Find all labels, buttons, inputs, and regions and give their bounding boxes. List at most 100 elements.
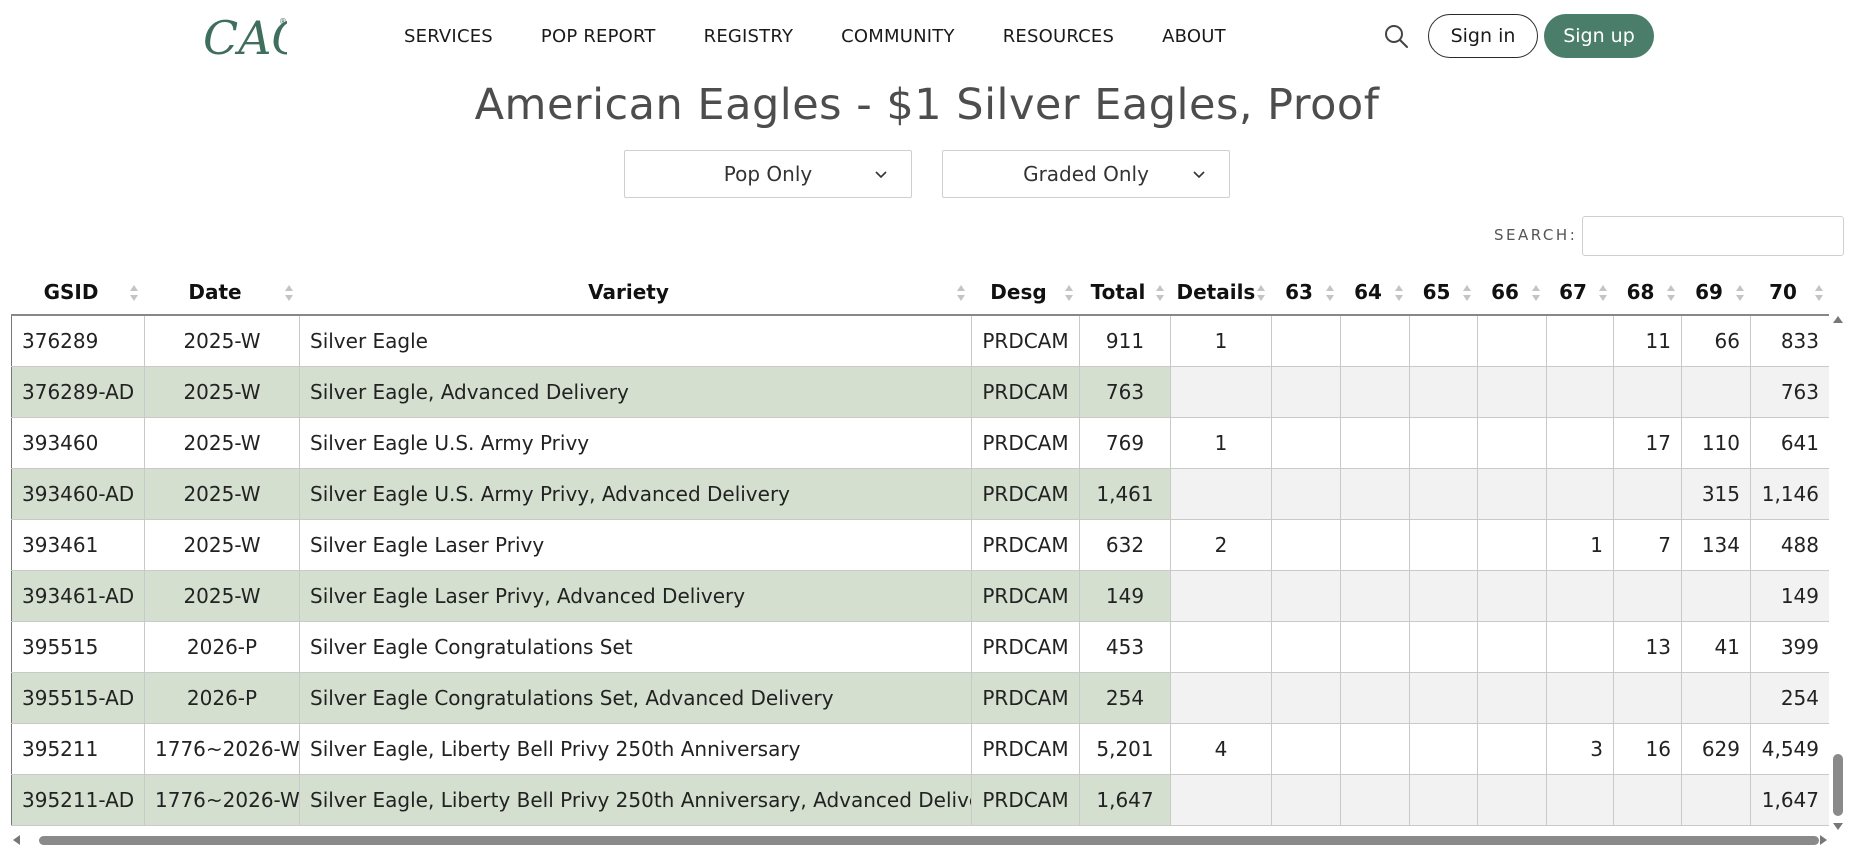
cell-gsid[interactable]: 393460	[11, 416, 145, 469]
cell-details[interactable]	[1170, 671, 1272, 724]
cell-details[interactable]: 2	[1170, 518, 1272, 571]
cell-desg: PRDCAM	[971, 416, 1080, 469]
cell-gsid[interactable]: 395211-AD	[11, 773, 145, 826]
sign-up-button[interactable]: Sign up	[1544, 14, 1654, 58]
cell-details[interactable]	[1170, 365, 1272, 418]
cell-65	[1409, 416, 1478, 469]
column-header-details[interactable]: Details	[1170, 270, 1272, 316]
cell-63	[1271, 671, 1341, 724]
cell-details[interactable]	[1170, 467, 1272, 520]
table-row[interactable]: 395211-AD 1776~2026-W Silver Eagle, Libert…	[11, 773, 1829, 826]
nav-registry[interactable]: REGISTRY	[704, 26, 794, 47]
cell-details[interactable]	[1170, 569, 1272, 622]
graded-only-select[interactable]: Graded Only	[942, 150, 1230, 198]
cell-63	[1271, 314, 1341, 367]
cell-gsid[interactable]: 393461	[11, 518, 145, 571]
nav-resources[interactable]: RESOURCES	[1003, 26, 1114, 47]
cell-65	[1409, 314, 1478, 367]
column-header-variety[interactable]: Variety	[299, 270, 972, 316]
cell-69: 134	[1681, 518, 1751, 571]
column-header-gsid[interactable]: GSID	[11, 270, 145, 316]
cell-total: 254	[1079, 671, 1171, 724]
cell-variety: Silver Eagle, Advanced Delivery	[299, 365, 972, 418]
nav-about[interactable]: ABOUT	[1162, 26, 1226, 47]
column-header-label: Details	[1176, 280, 1256, 304]
cell-date: 2026-P	[144, 620, 300, 673]
cell-68	[1613, 467, 1682, 520]
cell-details[interactable]	[1170, 773, 1272, 826]
horizontal-scrollbar-thumb[interactable]	[39, 836, 1819, 845]
cell-total: 453	[1079, 620, 1171, 673]
table-row[interactable]: 393461 2025-W Silver Eagle Laser Privy PRDC…	[11, 518, 1829, 571]
column-header-68[interactable]: 68	[1613, 270, 1682, 316]
nav-services[interactable]: SERVICES	[404, 26, 493, 47]
table-row[interactable]: 393461-AD 2025-W Silver Eagle Laser Privy,…	[11, 569, 1829, 622]
cell-details[interactable]: 1	[1170, 416, 1272, 469]
cac-logo[interactable]: CAC ®	[201, 10, 287, 62]
vertical-scrollbar-thumb[interactable]	[1833, 754, 1843, 816]
table-row[interactable]: 393460-AD 2025-W Silver Eagle U.S. Army Pr…	[11, 467, 1829, 520]
column-header-desg[interactable]: Desg	[971, 270, 1080, 316]
cell-68: 16	[1613, 722, 1682, 775]
cell-67	[1546, 620, 1614, 673]
table-row[interactable]: 376289-AD 2025-W Silver Eagle, Advanced De…	[11, 365, 1829, 418]
cell-gsid[interactable]: 395515	[11, 620, 145, 673]
cell-67	[1546, 365, 1614, 418]
cell-67: 3	[1546, 722, 1614, 775]
column-header-63[interactable]: 63	[1271, 270, 1341, 316]
scroll-left-arrow-icon[interactable]	[13, 835, 20, 845]
sort-arrows-icon	[1531, 285, 1540, 301]
vertical-scrollbar[interactable]	[1830, 314, 1846, 830]
table-row[interactable]: 395515-AD 2026-P Silver Eagle Congratulati…	[11, 671, 1829, 724]
scroll-up-arrow-icon[interactable]	[1833, 316, 1843, 323]
sort-arrows-icon	[1598, 285, 1607, 301]
cell-65	[1409, 722, 1478, 775]
table-row[interactable]: 376289 2025-W Silver Eagle PRDCAM 911 1 11 66 83…	[11, 314, 1829, 367]
cell-details[interactable]: 1	[1170, 314, 1272, 367]
cell-69: 66	[1681, 314, 1751, 367]
table-row[interactable]: 395515 2026-P Silver Eagle Congratulations…	[11, 620, 1829, 673]
column-header-66[interactable]: 66	[1477, 270, 1547, 316]
search-icon[interactable]	[1382, 22, 1410, 50]
cell-gsid[interactable]: 395211	[11, 722, 145, 775]
cell-details[interactable]	[1170, 620, 1272, 673]
cell-68: 13	[1613, 620, 1682, 673]
horizontal-scrollbar[interactable]	[11, 832, 1829, 848]
cell-details[interactable]: 4	[1170, 722, 1272, 775]
search-input[interactable]	[1582, 216, 1844, 256]
cell-date: 2025-W	[144, 314, 300, 367]
main-nav: SERVICES POP REPORT REGISTRY COMMUNITY R…	[404, 0, 1274, 72]
cell-variety: Silver Eagle, Liberty Bell Privy 250th A…	[299, 722, 972, 775]
scroll-down-arrow-icon[interactable]	[1833, 823, 1843, 830]
column-header-65[interactable]: 65	[1409, 270, 1478, 316]
table-row[interactable]: 393460 2025-W Silver Eagle U.S. Army Privy…	[11, 416, 1829, 469]
sort-arrows-icon	[1666, 285, 1675, 301]
cell-66	[1477, 773, 1547, 826]
column-header-70[interactable]: 70	[1750, 270, 1829, 316]
pop-only-select-value: Pop Only	[723, 162, 813, 186]
column-header-date[interactable]: Date	[144, 270, 300, 316]
column-header-67[interactable]: 67	[1546, 270, 1614, 316]
column-header-total[interactable]: Total	[1079, 270, 1171, 316]
scroll-right-arrow-icon[interactable]	[1820, 835, 1827, 845]
sign-in-button[interactable]: Sign in	[1428, 14, 1538, 58]
column-header-69[interactable]: 69	[1681, 270, 1751, 316]
nav-community[interactable]: COMMUNITY	[841, 26, 955, 47]
column-header-64[interactable]: 64	[1340, 270, 1410, 316]
cell-gsid[interactable]: 395515-AD	[11, 671, 145, 724]
cell-63	[1271, 365, 1341, 418]
cell-70: 399	[1750, 620, 1829, 673]
cell-gsid[interactable]: 393460-AD	[11, 467, 145, 520]
cell-69: 315	[1681, 467, 1751, 520]
sort-arrows-icon	[1155, 285, 1164, 301]
table-body: 376289 2025-W Silver Eagle PRDCAM 911 1 11 66 83…	[11, 314, 1829, 826]
cell-64	[1340, 773, 1410, 826]
cell-66	[1477, 314, 1547, 367]
pop-only-select[interactable]: Pop Only	[624, 150, 912, 198]
nav-pop-report[interactable]: POP REPORT	[541, 26, 656, 47]
cell-gsid[interactable]: 376289-AD	[11, 365, 145, 418]
table-row[interactable]: 395211 1776~2026-W Silver Eagle, Liberty B…	[11, 722, 1829, 775]
cell-gsid[interactable]: 376289	[11, 314, 145, 367]
cell-gsid[interactable]: 393461-AD	[11, 569, 145, 622]
sort-arrows-icon	[129, 285, 138, 301]
